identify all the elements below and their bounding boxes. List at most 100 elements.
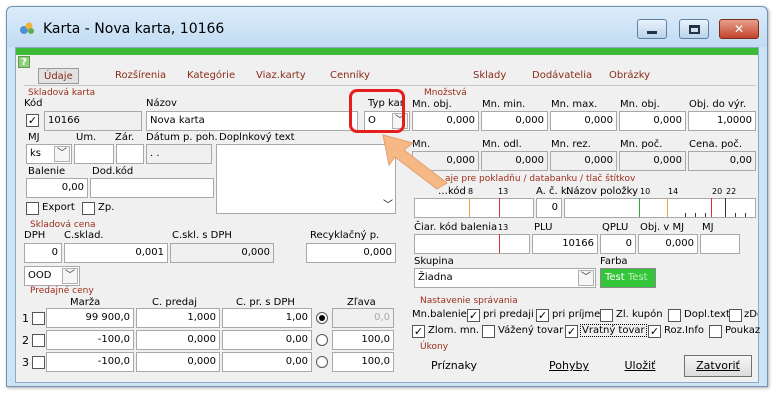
mn-obj2-field[interactable]: 0,000 — [619, 111, 686, 131]
zar-label: Zár. — [115, 132, 135, 143]
title-bar: Karta - Nova karta, 10166 ✕ — [7, 7, 767, 47]
um-field[interactable] — [74, 144, 114, 164]
ciar-kod-balenia-field[interactable] — [414, 234, 530, 254]
obj-v-mj-label: Obj. v MJ — [640, 222, 685, 233]
mn-max-field[interactable]: 0,000 — [550, 111, 617, 131]
mj-select[interactable]: ks ﹀ — [26, 144, 72, 164]
qplu-field[interactable]: 0 — [600, 234, 636, 254]
ack-field[interactable]: 0 — [536, 198, 562, 218]
tab-viaz-karty[interactable]: Viaz.karty — [256, 68, 306, 84]
price-row-3-radio[interactable] — [316, 356, 328, 368]
tick-mark — [745, 213, 746, 217]
vazeny-tovar-checkbox[interactable] — [482, 325, 495, 338]
price-row-1-checkbox[interactable] — [32, 312, 45, 325]
minimize-button[interactable] — [637, 19, 667, 39]
doplnkovy-textarea[interactable]: ﹀ — [216, 144, 396, 214]
nazov-polozky-field[interactable] — [564, 198, 756, 218]
tab-dodavatelia[interactable]: Dodávatelia — [532, 68, 592, 84]
price-row-2-marza[interactable]: -100,0 — [46, 330, 134, 350]
dph-field[interactable]: 0 — [24, 243, 62, 263]
price-row-3-marza[interactable]: -100,0 — [46, 352, 134, 372]
pri-predaji-checkbox[interactable]: ✓ — [467, 309, 480, 322]
mn-obj-label: Mn. obj. — [412, 99, 452, 110]
mn-poc-field[interactable]: 0,000 — [619, 151, 686, 171]
tab-udaje[interactable]: Údaje — [38, 68, 79, 84]
mn-obj-field[interactable]: 0,000 — [412, 111, 479, 131]
priznaky-button[interactable]: Príznaky — [426, 356, 482, 378]
price-row-1-cpredaj[interactable]: 1,000 — [136, 308, 220, 328]
price-row-1-radio[interactable] — [316, 312, 328, 324]
csklad-field[interactable]: 0,001 — [64, 243, 168, 263]
price-row-2-cpredaj[interactable]: 0,000 — [136, 330, 220, 350]
tab-obrazky[interactable]: Obrázky — [609, 68, 650, 84]
ulozit-button[interactable]: Uložiť — [618, 356, 662, 378]
skupina-select[interactable]: Žiadna ﹀ — [414, 268, 596, 288]
zp-checkbox[interactable] — [82, 202, 95, 215]
price-row-1-marza[interactable]: 99 900,0 — [46, 308, 134, 328]
zdo-checkbox[interactable] — [729, 309, 742, 322]
pri-prijme-checkbox[interactable]: ✓ — [536, 309, 549, 322]
export-checkbox[interactable] — [26, 202, 39, 215]
ood-select[interactable]: OOD ﹀ — [24, 266, 80, 286]
price-row-1-cdph[interactable]: 1,00 — [222, 308, 312, 328]
zlom-mn-checkbox[interactable]: ✓ — [412, 325, 425, 338]
cpredaj-header: C. predaj — [152, 297, 197, 308]
help-icon[interactable]: ? — [18, 56, 30, 68]
mn-rez-field[interactable]: 0,000 — [550, 151, 617, 171]
price-row-3-checkbox[interactable] — [32, 356, 45, 369]
balenie-field[interactable]: 0,00 — [26, 178, 88, 198]
price-row-3-cpredaj[interactable]: 0,000 — [136, 352, 220, 372]
csklad-dph-field[interactable]: 0,000 — [170, 243, 274, 263]
price-row-2-radio[interactable] — [316, 334, 328, 346]
tab-cenniky[interactable]: Cenníky — [330, 68, 370, 84]
mj2-label: MJ — [702, 222, 714, 233]
ciar-kod-field[interactable] — [414, 198, 534, 218]
recykl-field[interactable]: 0,000 — [306, 243, 396, 263]
mj2-field[interactable] — [700, 234, 740, 254]
farba-swatch[interactable]: Test Test — [600, 268, 656, 288]
mn-obj2-label: Mn. obj. — [620, 99, 660, 110]
price-row-2-checkbox[interactable] — [32, 334, 45, 347]
scale1-tick-13: 13 — [498, 187, 509, 196]
price-row-3-zlava[interactable]: 100,0 — [332, 352, 394, 372]
scroll-down-icon[interactable]: ﹀ — [383, 196, 393, 211]
datum-field[interactable]: . . — [146, 144, 212, 164]
roz-info-checkbox[interactable]: ✓ — [648, 325, 661, 338]
tab-sklady[interactable]: Sklady — [473, 68, 506, 84]
chevron-down-icon[interactable]: ﹀ — [578, 270, 594, 286]
tab-kategorie[interactable]: Kategórie — [187, 68, 235, 84]
price-row-2-cdph[interactable]: 0,00 — [222, 330, 312, 350]
tick-mark — [499, 234, 500, 253]
group-ukony: Úkony — [420, 342, 449, 352]
mn-min-field[interactable]: 0,000 — [481, 111, 548, 131]
obj-v-mj-field[interactable]: 0,000 — [638, 234, 698, 254]
chevron-down-icon[interactable]: ﹀ — [54, 146, 70, 162]
kod-field[interactable]: 10166 — [44, 111, 142, 131]
chevron-down-icon[interactable]: ﹀ — [62, 268, 78, 284]
pohyby-button[interactable]: Pohyby — [544, 356, 594, 378]
price-row-3-cdph[interactable]: 0,00 — [222, 352, 312, 372]
farba-text: Test — [605, 272, 625, 283]
kod-checkbox[interactable]: ✓ — [26, 114, 39, 127]
mj-label: MJ — [28, 132, 40, 143]
close-button[interactable]: ✕ — [719, 19, 759, 39]
cena-poc-field[interactable]: 0,00 — [688, 151, 756, 171]
zar-field[interactable] — [116, 144, 144, 164]
mn-rez-label: Mn. rez. — [551, 139, 591, 150]
vratny-tovar-checkbox[interactable]: ✓ — [565, 325, 578, 338]
maximize-button[interactable] — [679, 19, 709, 39]
tab-rozsirenia[interactable]: Rozšírenia — [115, 68, 166, 84]
zl-kupon-checkbox[interactable] — [600, 309, 613, 322]
plu-field[interactable]: 10166 — [532, 234, 598, 254]
farba-label: Farba — [600, 256, 628, 267]
obj-do-vyr-field[interactable]: 1,0000 — [688, 111, 756, 131]
zatvorit-button[interactable]: Zatvoriť — [684, 355, 752, 377]
price-row-2-zlava[interactable]: 100,0 — [332, 330, 394, 350]
nazov-field[interactable]: Nova karta — [146, 111, 358, 131]
price-row-1-zlava[interactable]: 0,0 — [332, 308, 394, 328]
dopl-text-checkbox[interactable] — [668, 309, 681, 322]
poukaz-checkbox[interactable] — [709, 325, 722, 338]
tick-mark — [705, 213, 706, 217]
mn-odl-field[interactable]: 0,000 — [481, 151, 548, 171]
dodkod-field[interactable] — [90, 178, 214, 198]
